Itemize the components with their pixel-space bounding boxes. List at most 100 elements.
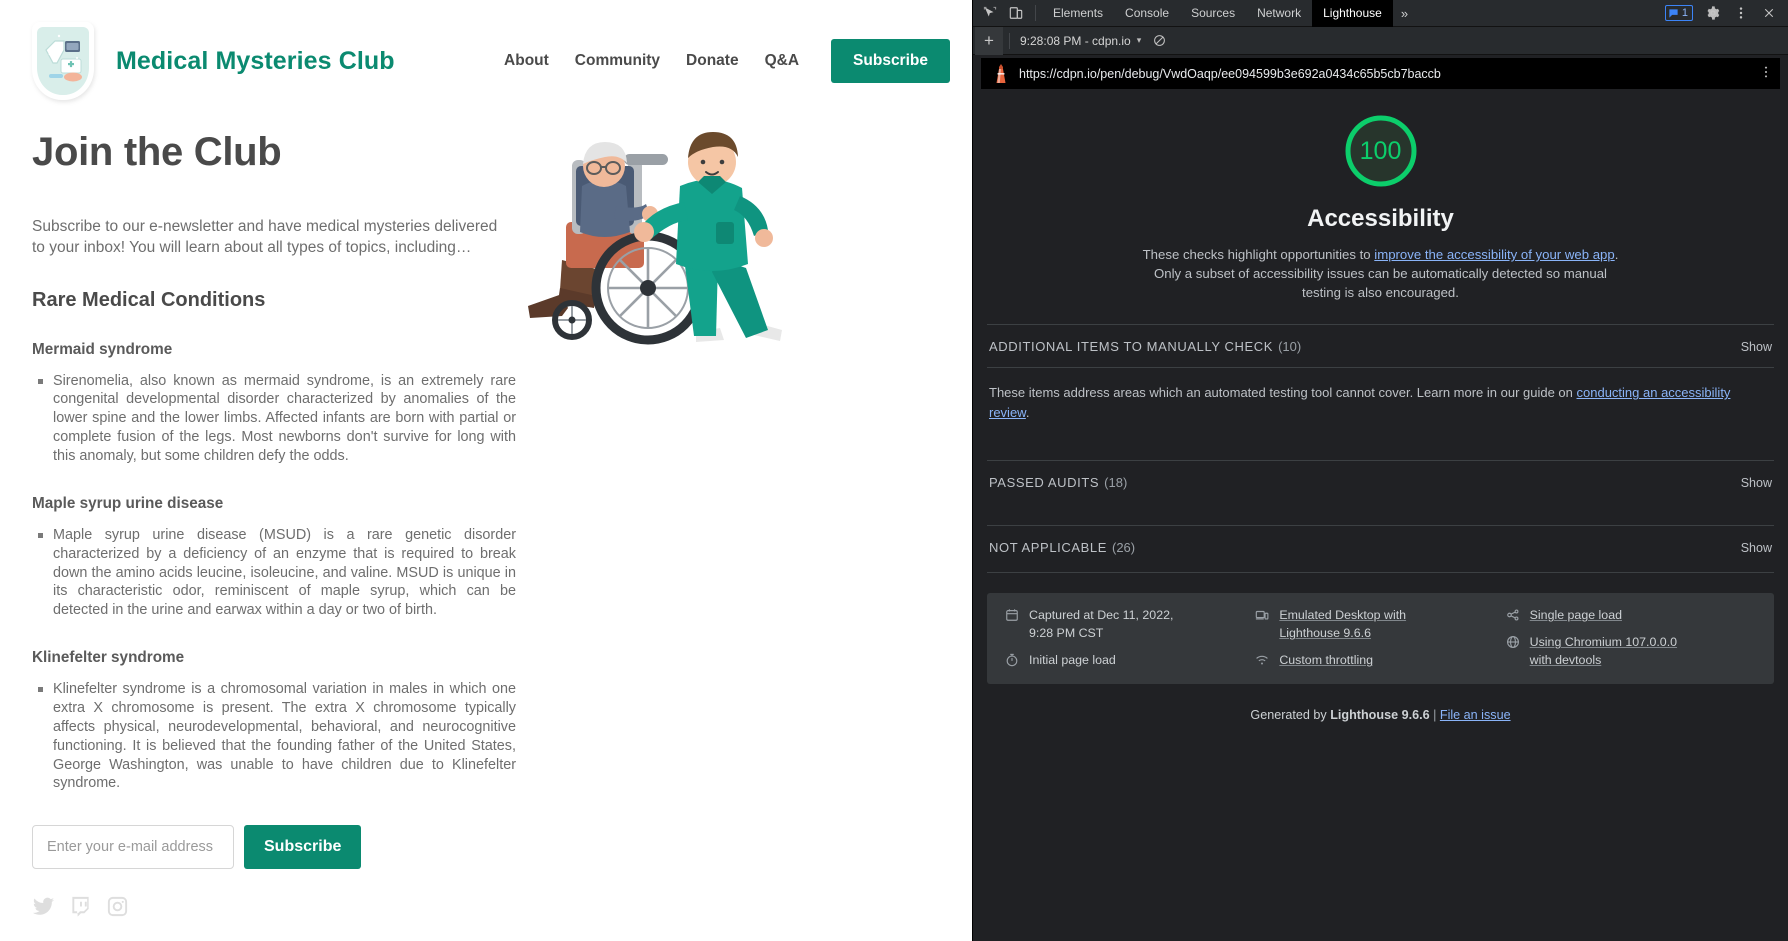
section-header[interactable]: NOT APPLICABLE (26) Show (987, 526, 1774, 568)
list-item: Klinefelter syndrome is a chromosomal va… (32, 680, 516, 793)
meta-link[interactable]: Emulated Desktop with Lighthouse 9.6.6 (1279, 607, 1429, 643)
web-page-viewport: Medical Mysteries Club About Community D… (0, 0, 972, 941)
devtools-toolbar-right: 1 (1665, 1, 1788, 25)
inspect-element-icon[interactable] (977, 1, 1003, 25)
score-gauge: 100 (1343, 113, 1419, 189)
run-selector[interactable]: 9:28:08 PM - cdpn.io ▾ (1016, 34, 1145, 48)
generated-separator: | (1430, 708, 1440, 722)
desc-part-1: These checks highlight opportunities to (1143, 247, 1375, 262)
section-header[interactable]: PASSED AUDITS (18) Show (987, 461, 1774, 503)
instagram-icon[interactable] (106, 895, 129, 918)
generated-version: Lighthouse 9.6.6 (1330, 708, 1429, 722)
lighthouse-runbar: + 9:28:08 PM - cdpn.io ▾ (973, 27, 1788, 55)
list-item: Maple syrup urine disease (MSUD) is a ra… (32, 526, 516, 620)
section-header[interactable]: ADDITIONAL ITEMS TO MANUALLY CHECK (10) … (987, 325, 1774, 367)
meta-link[interactable]: Using Chromium 107.0.0.0 with devtools (1530, 634, 1680, 670)
chromium-icon (1506, 635, 1521, 652)
condition-list-msud: Maple syrup urine disease (MSUD) is a ra… (32, 526, 940, 620)
meta-text: Captured at Dec 11, 2022, 9:28 PM CST (1029, 607, 1179, 643)
section-count: (18) (1104, 475, 1127, 490)
section-count: (26) (1112, 540, 1135, 555)
logo-art-icon (37, 27, 89, 95)
tab-sources[interactable]: Sources (1180, 0, 1246, 27)
section-show-toggle[interactable]: Show (1741, 541, 1772, 555)
twitter-icon[interactable] (32, 895, 55, 918)
report-url[interactable]: https://cdpn.io/pen/debug/VwdOaqp/ee0945… (1019, 67, 1441, 81)
device-toolbar-icon[interactable] (1003, 1, 1029, 25)
tab-console[interactable]: Console (1114, 0, 1180, 27)
report-options-icon[interactable] (1764, 65, 1768, 82)
gear-icon[interactable] (1700, 1, 1726, 25)
nav-item-donate[interactable]: Donate (686, 52, 739, 70)
subscribe-button[interactable]: Subscribe (244, 825, 361, 869)
throttling-icon (1255, 653, 1270, 670)
section-show-toggle[interactable]: Show (1741, 476, 1772, 490)
plus-icon[interactable]: + (975, 27, 1003, 55)
brand-title[interactable]: Medical Mysteries Club (116, 47, 395, 76)
score-value: 100 (1343, 113, 1419, 189)
section-show-toggle[interactable]: Show (1741, 340, 1772, 354)
meta-item-chromium: Using Chromium 107.0.0.0 with devtools (1506, 634, 1756, 670)
score-gauge-wrap: 100 (987, 113, 1774, 189)
lighthouse-report[interactable]: https://cdpn.io/pen/debug/VwdOaqp/ee0945… (973, 55, 1788, 941)
nav-item-about[interactable]: About (504, 52, 549, 70)
more-tabs-icon[interactable]: » (1393, 6, 1416, 21)
main-nav: About Community Donate Q&A Subscribe (504, 39, 950, 83)
condition-title-msud: Maple syrup urine disease (32, 495, 940, 513)
devtools-panel: Elements Console Sources Network Lightho… (972, 0, 1788, 941)
meta-link[interactable]: Custom throttling (1279, 652, 1373, 670)
close-icon[interactable] (1756, 1, 1782, 25)
category-description: These checks highlight opportunities to … (1136, 245, 1626, 302)
tab-lighthouse[interactable]: Lighthouse (1312, 0, 1393, 27)
tab-elements[interactable]: Elements (1042, 0, 1114, 27)
more-options-icon[interactable] (1728, 1, 1754, 25)
section-count: (10) (1278, 339, 1301, 354)
devtools-tabbar: Elements Console Sources Network Lightho… (973, 0, 1788, 27)
list-item: Sirenomelia, also known as mermaid syndr… (32, 372, 516, 466)
meta-column-1: Captured at Dec 11, 2022, 9:28 PM CST In… (1005, 607, 1255, 670)
section-title: PASSED AUDITS (989, 475, 1099, 490)
section-title: NOT APPLICABLE (989, 540, 1107, 555)
tab-network[interactable]: Network (1246, 0, 1312, 27)
generated-prefix: Generated by (1250, 708, 1330, 722)
improve-accessibility-link[interactable]: improve the accessibility of your web ap… (1374, 247, 1614, 262)
issues-badge[interactable]: 1 (1665, 5, 1693, 21)
nav-subscribe-button[interactable]: Subscribe (831, 39, 950, 83)
social-links (32, 895, 940, 918)
generated-by-line: Generated by Lighthouse 9.6.6 | File an … (973, 708, 1788, 732)
nav-item-community[interactable]: Community (575, 52, 660, 70)
nav-item-qa[interactable]: Q&A (765, 52, 799, 70)
section-manual-check: ADDITIONAL ITEMS TO MANUALLY CHECK (10) … (987, 324, 1774, 438)
meta-item-captured: Captured at Dec 11, 2022, 9:28 PM CST (1005, 607, 1255, 643)
single-page-icon (1506, 608, 1521, 625)
run-label: 9:28:08 PM - cdpn.io (1020, 34, 1131, 48)
meta-item-single-page: Single page load (1506, 607, 1756, 625)
manual-check-note: These items address areas which an autom… (987, 367, 1774, 438)
medical-shield-logo[interactable] (32, 22, 94, 100)
nurse-pushing-wheelchair-illustration (520, 110, 820, 370)
lighthouse-icon (993, 64, 1009, 84)
report-content: 100 Accessibility These checks highlight… (973, 113, 1788, 573)
site-header: Medical Mysteries Club About Community D… (0, 0, 972, 108)
stopwatch-icon (1005, 653, 1020, 670)
clear-icon[interactable] (1153, 34, 1166, 47)
condition-list-klinefelter: Klinefelter syndrome is a chromosomal va… (32, 680, 940, 793)
note-part-1: These items address areas which an autom… (989, 385, 1577, 400)
calendar-icon (1005, 608, 1020, 625)
page-body: Join the Club Subscribe to our e-newslet… (0, 130, 972, 918)
report-url-bar: https://cdpn.io/pen/debug/VwdOaqp/ee0945… (981, 58, 1780, 89)
meta-item-throttling: Custom throttling (1255, 652, 1505, 670)
meta-link[interactable]: Single page load (1530, 607, 1622, 625)
email-field[interactable] (32, 825, 234, 869)
twitch-icon[interactable] (69, 895, 92, 918)
intro-paragraph: Subscribe to our e-newsletter and have m… (32, 217, 502, 259)
issues-count: 1 (1682, 7, 1688, 19)
condition-list-mermaid: Sirenomelia, also known as mermaid syndr… (32, 372, 940, 466)
devices-icon (1255, 608, 1270, 625)
meta-item-emulation: Emulated Desktop with Lighthouse 9.6.6 (1255, 607, 1505, 643)
report-metadata: Captured at Dec 11, 2022, 9:28 PM CST In… (987, 593, 1774, 684)
screen: Medical Mysteries Club About Community D… (0, 0, 1788, 941)
meta-text: Initial page load (1029, 652, 1116, 670)
section-not-applicable: NOT APPLICABLE (26) Show (987, 525, 1774, 568)
file-an-issue-link[interactable]: File an issue (1440, 708, 1511, 722)
